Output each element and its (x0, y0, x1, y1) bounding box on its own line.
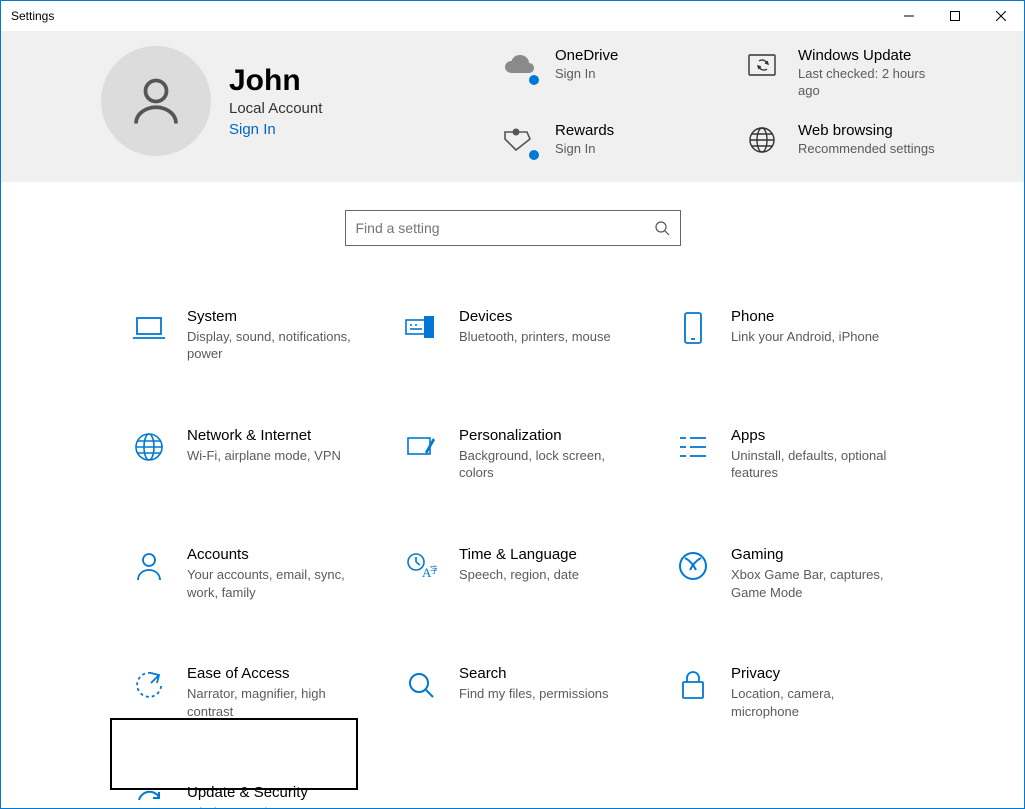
header: John Local Account Sign In OneDrive Sign… (1, 31, 1024, 182)
search-input[interactable] (356, 220, 654, 236)
tile-web-browsing[interactable]: Web browsing Recommended settings (744, 122, 977, 158)
categories-grid: System Display, sound, notifications, pow… (1, 246, 1024, 809)
cloud-icon (501, 47, 537, 83)
cat-title: Gaming (731, 546, 901, 563)
time-language-icon: A字 (401, 546, 441, 586)
cat-title: Apps (731, 427, 901, 444)
sync-icon (744, 47, 780, 83)
cat-gaming[interactable]: Gaming Xbox Game Bar, captures, Game Mode (669, 542, 941, 605)
avatar (101, 46, 211, 156)
svg-text:字: 字 (430, 564, 437, 575)
tile-onedrive[interactable]: OneDrive Sign In (501, 47, 734, 100)
user-signin-link[interactable]: Sign In (229, 121, 322, 138)
maximize-button[interactable] (932, 1, 978, 31)
cat-sub: Your accounts, email, sync, work, family (187, 566, 357, 601)
cat-title: Update & Security (187, 784, 357, 801)
tile-sub: Last checked: 2 hours ago (798, 66, 938, 100)
cat-sub: Wi-Fi, airplane mode, VPN (187, 447, 341, 465)
cat-sub: Find my files, permissions (459, 685, 609, 703)
tile-rewards[interactable]: Rewards Sign In (501, 122, 734, 158)
cat-sub: Windows Update, recovery, backup (187, 804, 357, 809)
cat-sub: Speech, region, date (459, 566, 579, 584)
paint-icon (401, 427, 441, 467)
cat-sub: Xbox Game Bar, captures, Game Mode (731, 566, 901, 601)
cat-update-security[interactable]: Update & Security Windows Update, recover… (125, 780, 397, 809)
cat-sub: Bluetooth, printers, mouse (459, 328, 611, 346)
user-name: John (229, 64, 322, 98)
user-text: John Local Account Sign In (229, 64, 322, 138)
person-icon (129, 546, 169, 586)
search-row (1, 182, 1024, 246)
cat-search[interactable]: Search Find my files, permissions (397, 661, 669, 724)
tile-title: Windows Update (798, 47, 938, 64)
ease-of-access-icon (129, 665, 169, 705)
cat-title: Network & Internet (187, 427, 341, 444)
tile-title: Web browsing (798, 122, 935, 139)
cat-title: Search (459, 665, 609, 682)
cat-title: Personalization (459, 427, 629, 444)
user-account-type: Local Account (229, 100, 322, 117)
tile-title: OneDrive (555, 47, 618, 64)
lock-icon (673, 665, 713, 705)
globe-icon (129, 427, 169, 467)
cat-title: Ease of Access (187, 665, 357, 682)
cat-network[interactable]: Network & Internet Wi-Fi, airplane mode, … (125, 423, 397, 486)
window-controls (886, 1, 1024, 31)
cat-sub: Link your Android, iPhone (731, 328, 879, 346)
search-icon (401, 665, 441, 705)
header-tiles: OneDrive Sign In Windows Update (491, 41, 977, 158)
cat-title: Accounts (187, 546, 357, 563)
tile-sub: Sign In (555, 66, 618, 83)
keyboard-icon (401, 308, 441, 348)
cat-accounts[interactable]: Accounts Your accounts, email, sync, work… (125, 542, 397, 605)
cat-time-language[interactable]: A字 Time & Language Speech, region, date (397, 542, 669, 605)
user-block[interactable]: John Local Account Sign In (101, 41, 491, 158)
cat-title: Time & Language (459, 546, 579, 563)
cat-title: Phone (731, 308, 879, 325)
cat-sub: Background, lock screen, colors (459, 447, 629, 482)
sync-arrows-icon (129, 784, 169, 809)
tile-title: Rewards (555, 122, 614, 139)
cat-privacy[interactable]: Privacy Location, camera, microphone (669, 661, 941, 724)
search-icon (654, 220, 670, 236)
tile-sub: Recommended settings (798, 141, 935, 158)
cat-phone[interactable]: Phone Link your Android, iPhone (669, 304, 941, 367)
phone-icon (673, 308, 713, 348)
minimize-button[interactable] (886, 1, 932, 31)
cat-sub: Uninstall, defaults, optional features (731, 447, 901, 482)
cat-apps[interactable]: Apps Uninstall, defaults, optional featur… (669, 423, 941, 486)
cat-sub: Location, camera, microphone (731, 685, 901, 720)
search-box[interactable] (345, 210, 681, 246)
cat-ease-of-access[interactable]: Ease of Access Narrator, magnifier, high … (125, 661, 397, 724)
titlebar: Settings (1, 1, 1024, 31)
cat-title: Privacy (731, 665, 901, 682)
cat-title: Devices (459, 308, 611, 325)
globe-icon (744, 122, 780, 158)
close-button[interactable] (978, 1, 1024, 31)
cat-devices[interactable]: Devices Bluetooth, printers, mouse (397, 304, 669, 367)
cat-sub: Display, sound, notifications, power (187, 328, 357, 363)
settings-window: Settings John (0, 0, 1025, 809)
xbox-icon (673, 546, 713, 586)
cat-system[interactable]: System Display, sound, notifications, pow… (125, 304, 397, 367)
rewards-icon (501, 122, 537, 158)
cat-personalization[interactable]: Personalization Background, lock screen, … (397, 423, 669, 486)
laptop-icon (129, 308, 169, 348)
cat-sub: Narrator, magnifier, high contrast (187, 685, 357, 720)
window-title: Settings (1, 9, 54, 23)
apps-icon (673, 427, 713, 467)
tile-windows-update[interactable]: Windows Update Last checked: 2 hours ago (744, 47, 977, 100)
tile-sub: Sign In (555, 141, 614, 158)
cat-title: System (187, 308, 357, 325)
